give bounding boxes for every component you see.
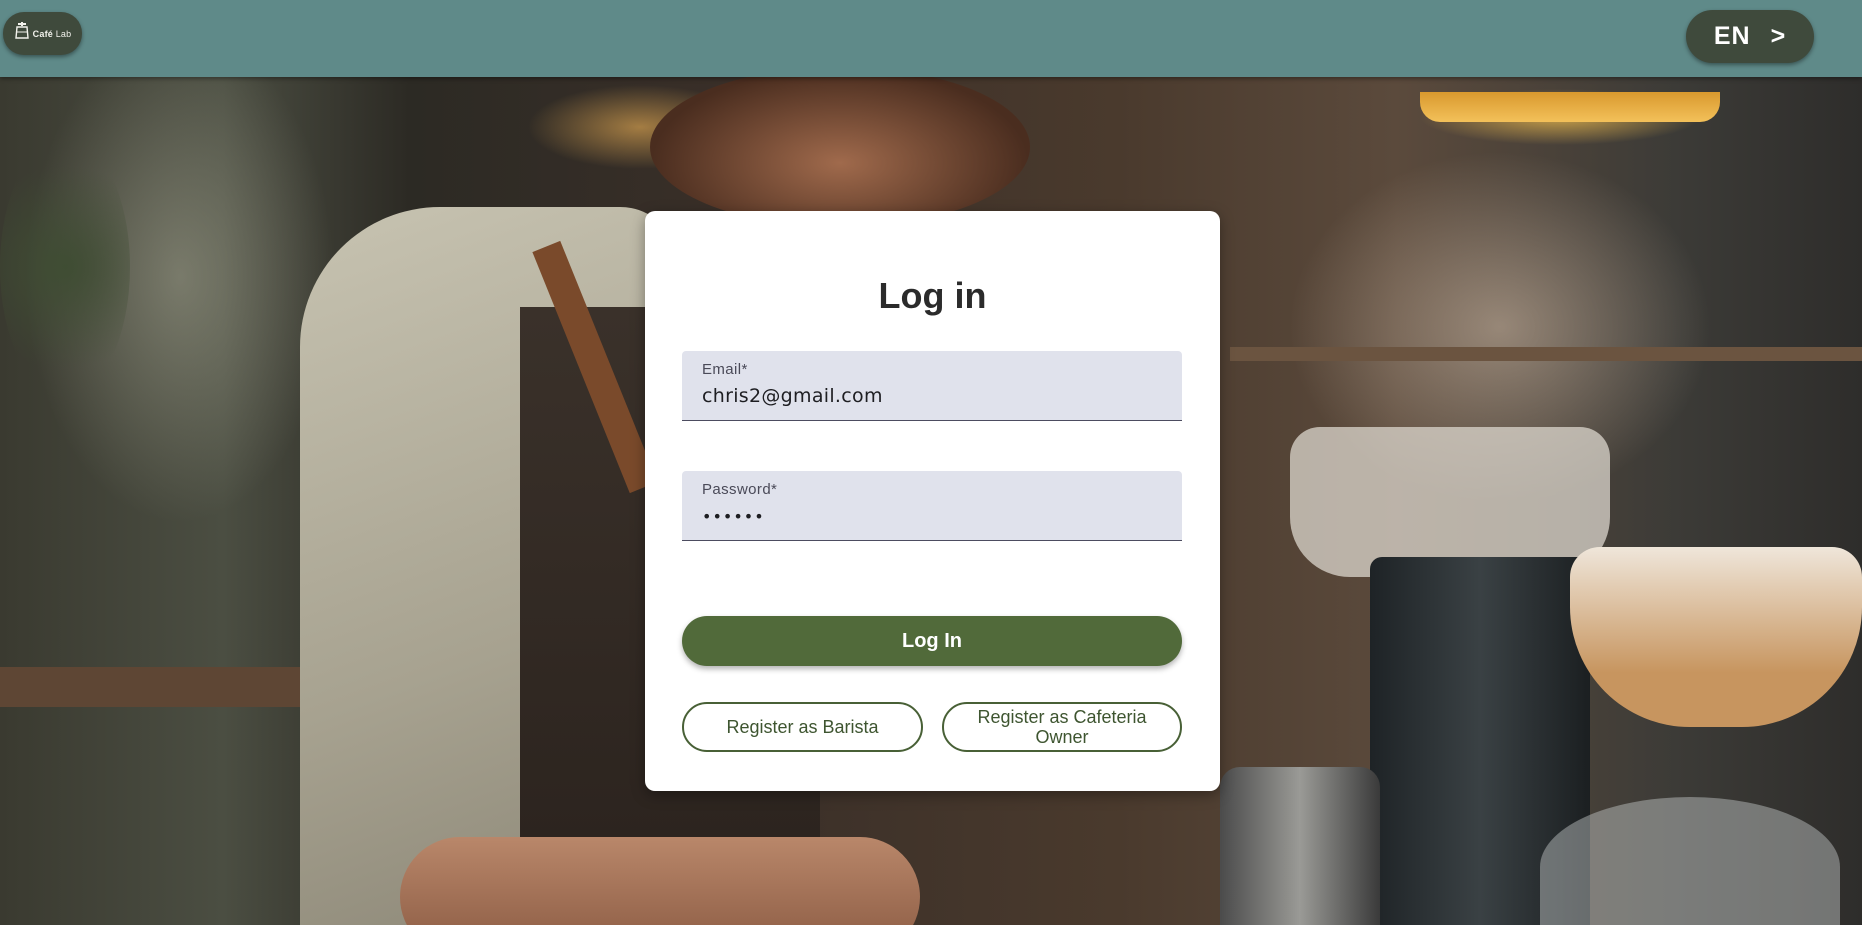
- login-button[interactable]: Log In: [682, 616, 1182, 666]
- password-input[interactable]: [702, 502, 1162, 530]
- logo-suffix: Lab: [55, 28, 72, 39]
- page-title: Log in: [878, 275, 987, 316]
- register-owner-button[interactable]: Register as Cafeteria Owner: [942, 702, 1182, 752]
- email-label: Email*: [702, 361, 748, 378]
- cafe-lab-logo[interactable]: Café Lab: [3, 12, 82, 55]
- top-bar: Café Lab EN >: [0, 0, 1862, 77]
- chevron-right-icon: >: [1770, 22, 1787, 50]
- register-barista-button[interactable]: Register as Barista: [682, 702, 923, 752]
- email-input[interactable]: [702, 382, 1162, 410]
- coffee-press-icon: [14, 22, 30, 45]
- login-card: Log in Email* Password* Log In Register …: [645, 211, 1220, 791]
- language-selector-button[interactable]: EN >: [1686, 10, 1814, 63]
- logo-brand: Café: [32, 28, 53, 39]
- password-label: Password*: [702, 481, 778, 498]
- email-field[interactable]: Email*: [682, 351, 1182, 421]
- language-code: EN: [1713, 22, 1751, 50]
- password-field[interactable]: Password*: [682, 471, 1182, 541]
